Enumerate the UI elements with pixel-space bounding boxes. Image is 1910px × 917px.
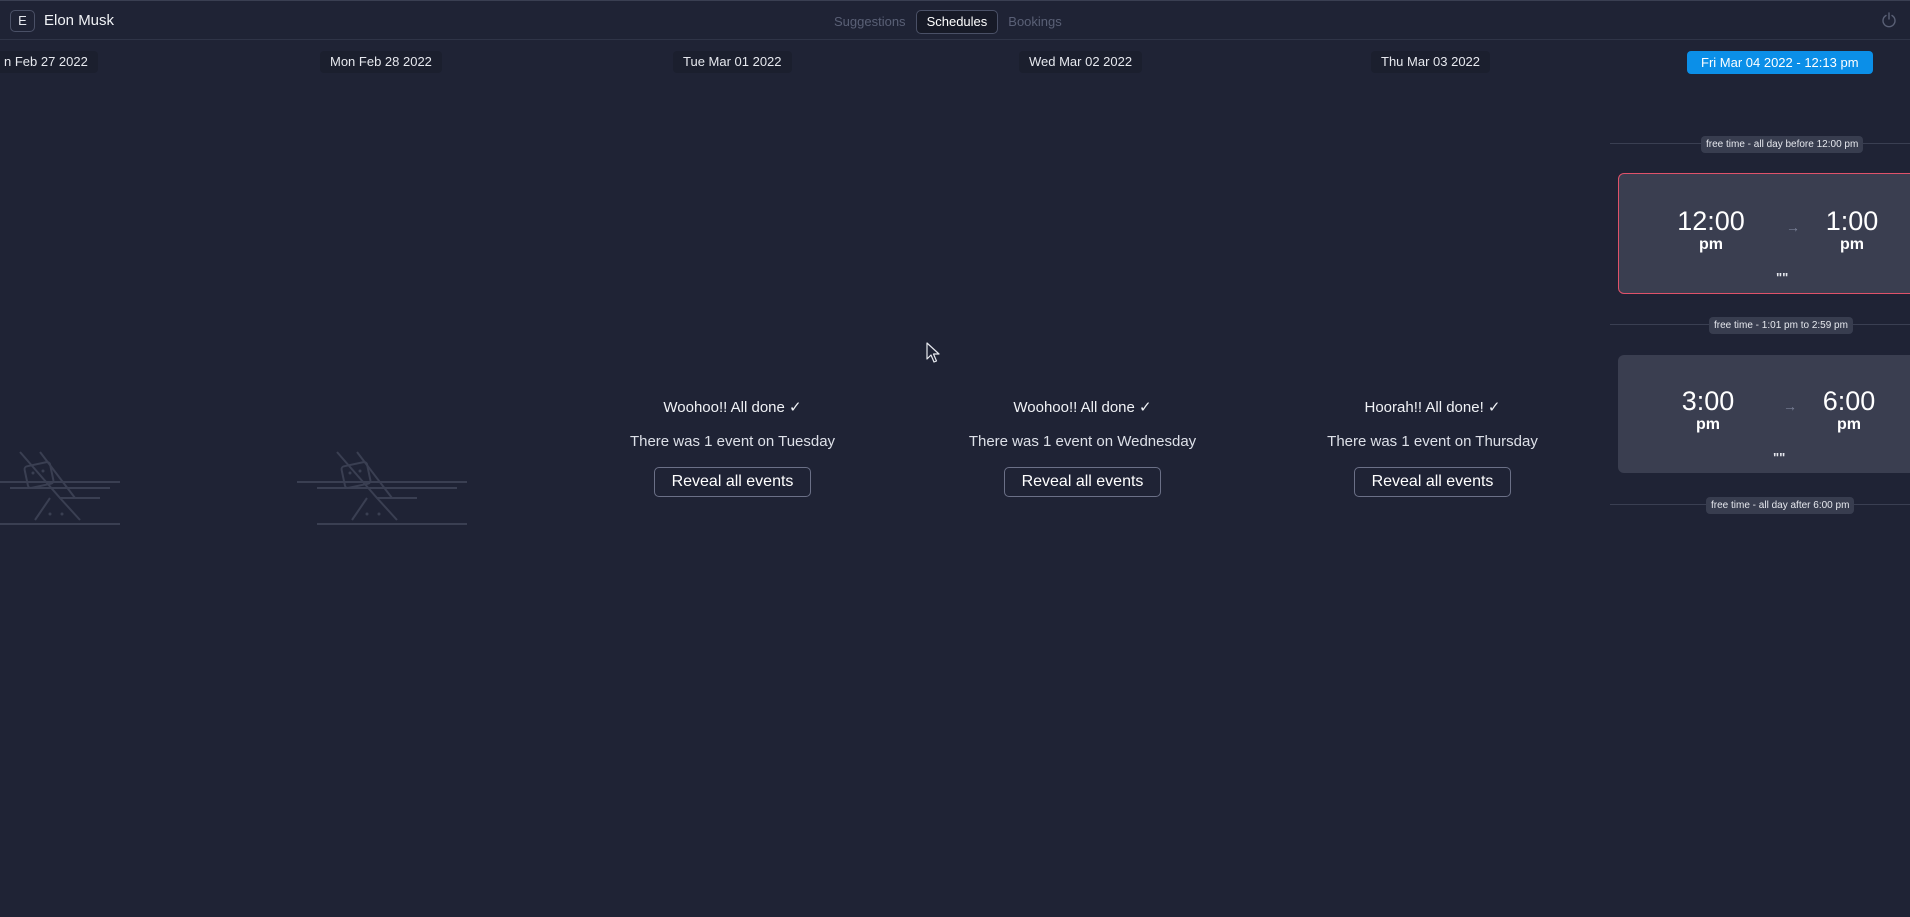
end-time-ampm: pm — [1840, 236, 1864, 253]
tab-suggestions[interactable]: Suggestions — [824, 11, 916, 33]
event-end-time: 1:00 pm — [1812, 206, 1892, 254]
user-avatar[interactable]: E — [10, 10, 35, 32]
end-time-value: 6:00 — [1822, 386, 1876, 416]
date-header-wed-mar-02: Wed Mar 02 2022 — [1019, 51, 1143, 73]
tab-bookings[interactable]: Bookings — [998, 11, 1071, 33]
event-start-time: 12:00 pm — [1671, 206, 1751, 254]
date-header-tue-mar-01: Tue Mar 01 2022 — [673, 51, 792, 73]
free-time-label: free time - 1:01 pm to 2:59 pm — [1709, 317, 1853, 334]
event-note: "" — [1773, 450, 1786, 465]
start-time-value: 12:00 — [1677, 206, 1745, 236]
event-count-text: There was 1 event on Thursday — [1327, 433, 1538, 450]
date-header-thu-mar-03: Thu Mar 03 2022 — [1371, 51, 1491, 73]
free-time-label: free time - all day before 12:00 pm — [1701, 136, 1864, 153]
mouse-cursor-icon — [926, 342, 940, 363]
all-done-title: Woohoo!! All done ✓ — [1013, 399, 1152, 416]
end-time-value: 1:00 — [1825, 206, 1879, 236]
event-start-time: 3:00 pm — [1668, 386, 1748, 434]
event-end-time: 6:00 pm — [1809, 386, 1889, 434]
reveal-all-events-button[interactable]: Reveal all events — [1353, 467, 1512, 497]
power-icon[interactable] — [1880, 11, 1898, 29]
date-header-sun-feb-27: n Feb 27 2022 — [0, 51, 98, 73]
event-card[interactable]: 3:00 pm → 6:00 pm "" — [1618, 355, 1910, 473]
top-bar: E Elon Musk Suggestions Schedules Bookin… — [0, 0, 1910, 40]
date-header-today: Fri Mar 04 2022 - 12:13 pm — [1687, 51, 1873, 74]
arrow-right-icon: → — [1786, 219, 1800, 235]
all-done-title: Woohoo!! All done ✓ — [663, 399, 802, 416]
event-count-text: There was 1 event on Tuesday — [629, 433, 836, 450]
relax-chair-illustration — [0, 451, 120, 525]
event-note: "" — [1776, 270, 1789, 285]
reveal-all-events-button[interactable]: Reveal all events — [1003, 467, 1162, 497]
day-summary-tuesday: Woohoo!! All done ✓ There was 1 event on… — [610, 398, 855, 497]
arrow-right-icon: → — [1783, 398, 1797, 414]
date-header-mon-feb-28: Mon Feb 28 2022 — [320, 51, 442, 73]
reveal-all-events-button[interactable]: Reveal all events — [653, 467, 812, 497]
day-summary-wednesday: Woohoo!! All done ✓ There was 1 event on… — [960, 398, 1205, 497]
tab-schedules[interactable]: Schedules — [915, 10, 999, 34]
username: Elon Musk — [44, 12, 115, 29]
view-tabs: Suggestions Schedules Bookings — [824, 10, 1072, 34]
end-time-ampm: pm — [1837, 416, 1861, 433]
free-time-label: free time - all day after 6:00 pm — [1706, 497, 1855, 514]
day-summary-thursday: Hoorah!! All done! ✓ There was 1 event o… — [1310, 398, 1555, 497]
relax-chair-illustration — [297, 451, 467, 525]
all-done-title: Hoorah!! All done! ✓ — [1364, 399, 1501, 416]
event-count-text: There was 1 event on Wednesday — [968, 433, 1197, 450]
start-time-ampm: pm — [1699, 236, 1723, 253]
start-time-value: 3:00 — [1681, 386, 1735, 416]
start-time-ampm: pm — [1696, 416, 1720, 433]
event-card-current[interactable]: 12:00 pm → 1:00 pm "" — [1618, 173, 1910, 294]
